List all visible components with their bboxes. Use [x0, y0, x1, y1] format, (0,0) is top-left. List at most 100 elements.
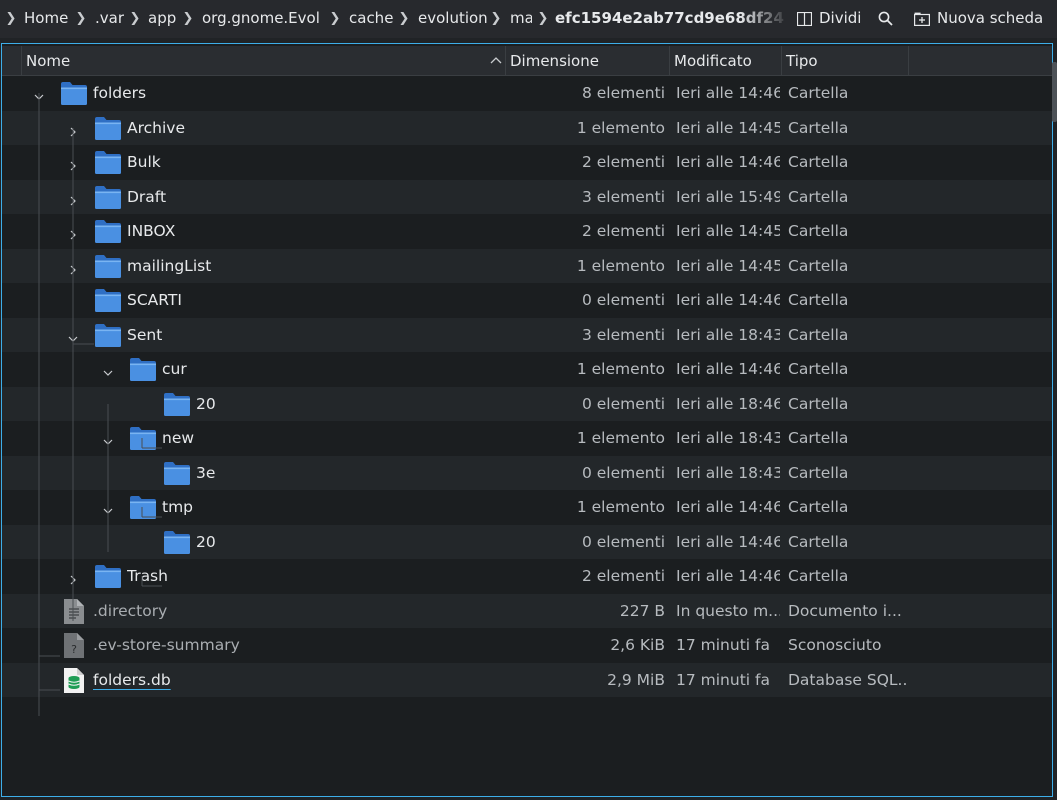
file-size: 2 elementi: [581, 153, 665, 171]
search-button[interactable]: [878, 0, 900, 38]
file-modified: Ieri alle 18:43: [676, 429, 780, 447]
file-name-cell[interactable]: Sent: [127, 318, 162, 353]
new-tab-icon: [914, 12, 930, 26]
file-name-cell[interactable]: mailingList: [127, 249, 211, 284]
file-row[interactable]: Sent 3 elementi Ieri alle 18:43 Cartella: [2, 317, 1052, 353]
chevron-right-icon[interactable]: [68, 192, 78, 205]
split-view-icon: [797, 11, 812, 26]
file-type: Cartella: [788, 84, 849, 102]
chevron-right-icon[interactable]: [68, 123, 78, 136]
chevron-right-icon[interactable]: [68, 226, 78, 240]
new-tab-button[interactable]: Nuova scheda: [914, 0, 1043, 38]
column-header-modified[interactable]: Modificato: [670, 46, 782, 75]
file-name-cell[interactable]: Draft: [127, 180, 166, 215]
file-type: Sconosciuto: [788, 636, 882, 654]
column-header-size[interactable]: Dimensione: [506, 46, 670, 75]
file-row[interactable]: 20 0 elementi Ieri alle 14:46 Cartella: [2, 524, 1052, 560]
breadcrumb-separator-icon[interactable]: ❯: [4, 0, 18, 38]
file-name-cell[interactable]: Trash: [127, 559, 168, 594]
split-view-button[interactable]: Dividi: [797, 0, 861, 38]
file-view[interactable]: Nome Dimensione Modificato Tipo folders 8…: [1, 43, 1053, 797]
breadcrumb-separator-icon[interactable]: ❯: [74, 0, 88, 38]
file-size: 0 elementi: [581, 394, 665, 413]
file-row[interactable]: folders 8 elementi Ieri alle 14:46 Cartella: [2, 76, 1052, 111]
file-size: 0 elementi: [581, 463, 665, 482]
file-name-cell[interactable]: SCARTI: [127, 283, 182, 318]
chevron-down-icon[interactable]: [34, 88, 44, 100]
column-header-name-label: Nome: [26, 52, 71, 70]
file-row[interactable]: Draft 3 elementi Ieri alle 15:49 Cartella: [2, 179, 1052, 215]
svg-text:?: ?: [71, 643, 77, 656]
file-row[interactable]: .directory 227 B In questo m... Documento i…: [2, 593, 1052, 629]
breadcrumb-separator-icon[interactable]: ❯: [181, 0, 195, 38]
file-row[interactable]: mailingList 1 elemento Ieri alle 14:45 Cart…: [2, 248, 1052, 284]
breadcrumb-separator-icon[interactable]: ❯: [397, 0, 411, 38]
file-row[interactable]: SCARTI 0 elementi Ieri alle 14:46 Cartella: [2, 283, 1052, 318]
breadcrumb-item-cache[interactable]: cache: [349, 0, 393, 38]
breadcrumb-item-home[interactable]: Home: [24, 0, 68, 38]
folder-icon: [163, 391, 191, 421]
file-name-cell[interactable]: new: [162, 421, 194, 456]
file-name-cell[interactable]: Archive: [127, 111, 185, 146]
breadcrumb-item-var[interactable]: .var: [95, 0, 124, 38]
scrollbar[interactable]: [1052, 62, 1057, 122]
file-size: 1 elemento: [576, 429, 665, 447]
file-type: Database SQL...: [788, 670, 906, 689]
chevron-right-icon[interactable]: [68, 261, 78, 274]
file-type: Documento i...: [788, 601, 902, 620]
chevron-down-icon[interactable]: [103, 502, 113, 514]
breadcrumb-separator-icon[interactable]: ❯: [536, 0, 550, 38]
file-row[interactable]: 3e 0 elementi Ieri alle 18:43 Cartella: [2, 455, 1052, 491]
file-row[interactable]: Trash 2 elementi Ieri alle 14:46 Cartella: [2, 559, 1052, 594]
breadcrumb-item-evolution[interactable]: evolution: [418, 0, 488, 38]
breadcrumb-item-org-gnome-evolution[interactable]: org.gnome.Evolu: [202, 0, 320, 38]
file-name-cell[interactable]: 20: [196, 525, 216, 560]
folder-icon: [129, 356, 157, 386]
file-name: Sent: [127, 325, 163, 344]
file-size: 1 elemento: [576, 256, 665, 275]
file-row[interactable]: tmp 1 elemento Ieri alle 14:46 Cartella: [2, 490, 1052, 525]
file-type: Cartella: [788, 222, 849, 240]
chevron-down-icon[interactable]: [103, 433, 113, 445]
column-header-type-label: Tipo: [786, 52, 818, 70]
file-size: 2 elementi: [581, 222, 665, 240]
file-row[interactable]: new 1 elemento Ieri alle 18:43 Cartella: [2, 421, 1052, 456]
file-row[interactable]: cur 1 elemento Ieri alle 14:46 Cartella: [2, 352, 1052, 387]
chevron-down-icon[interactable]: [68, 330, 78, 342]
column-header-name[interactable]: Nome: [22, 46, 506, 75]
file-row[interactable]: Bulk 2 elementi Ieri alle 14:46 Cartella: [2, 145, 1052, 180]
breadcrumb-separator-icon[interactable]: ❯: [128, 0, 142, 38]
breadcrumb-separator-icon[interactable]: ❯: [328, 0, 342, 38]
file-name: Trash: [127, 567, 168, 585]
breadcrumb-item-mail[interactable]: ma: [510, 0, 532, 38]
breadcrumb-separator-icon[interactable]: ❯: [489, 0, 503, 38]
file-row[interactable]: ? .ev-store-summary 2,6 KiB 17 minuti fa Sco…: [2, 628, 1052, 663]
file-name-cell[interactable]: 3e: [196, 456, 215, 491]
unknown-file-icon: ?: [63, 632, 85, 663]
split-view-label: Dividi: [819, 9, 862, 27]
file-name-cell[interactable]: folders: [93, 76, 146, 111]
file-name-cell[interactable]: 20: [196, 387, 216, 422]
chevron-down-icon[interactable]: [103, 364, 113, 376]
breadcrumb-item-app[interactable]: app: [148, 0, 176, 38]
file-name-cell[interactable]: folders.db: [93, 663, 171, 698]
file-name: Archive: [127, 118, 185, 137]
file-modified: Ieri alle 14:46: [676, 360, 780, 378]
folder-icon: [94, 149, 122, 179]
chevron-right-icon[interactable]: [68, 157, 78, 171]
file-name-cell[interactable]: cur: [162, 352, 187, 387]
file-name-cell[interactable]: tmp: [162, 490, 193, 525]
chevron-right-icon[interactable]: [68, 571, 78, 585]
file-name-cell[interactable]: Bulk: [127, 145, 161, 180]
column-header-type[interactable]: Tipo: [782, 46, 909, 75]
file-row[interactable]: 20 0 elementi Ieri alle 18:46 Cartella: [2, 386, 1052, 422]
file-name-cell[interactable]: .directory: [93, 594, 167, 629]
file-name-cell[interactable]: .ev-store-summary: [93, 628, 240, 663]
file-size: 2 elementi: [581, 567, 665, 585]
file-row[interactable]: INBOX 2 elementi Ieri alle 14:45 Cartella: [2, 214, 1052, 249]
file-row[interactable]: folders.db 2,9 MiB 17 minuti fa Database SQ…: [2, 662, 1052, 698]
file-row[interactable]: Archive 1 elemento Ieri alle 14:45 Cartella: [2, 110, 1052, 146]
file-name: Bulk: [127, 153, 161, 171]
column-header: Nome Dimensione Modificato Tipo: [2, 46, 1052, 76]
file-name-cell[interactable]: INBOX: [127, 214, 175, 249]
